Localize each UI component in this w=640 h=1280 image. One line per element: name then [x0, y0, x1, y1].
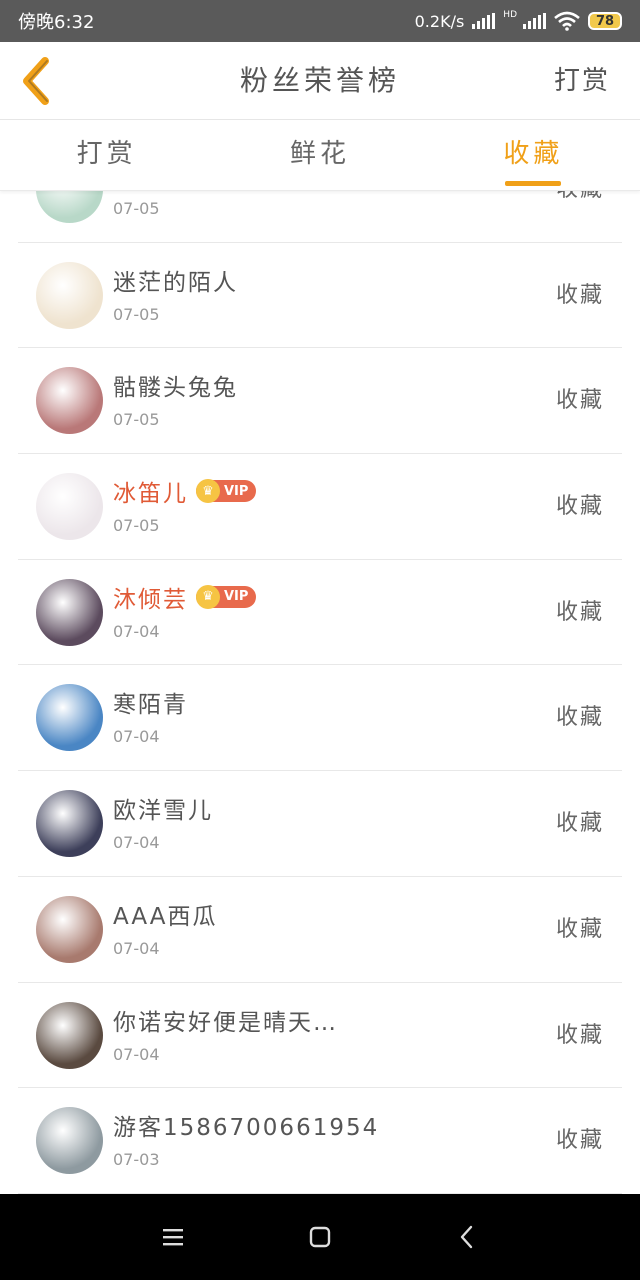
crown-icon: ♛: [196, 584, 220, 609]
battery-icon: 78: [588, 12, 622, 30]
home-button[interactable]: [290, 1207, 350, 1267]
avatar[interactable]: [36, 191, 103, 223]
avatar[interactable]: [36, 790, 103, 858]
vip-badge: ♛ VIP: [196, 479, 257, 504]
vip-label: VIP: [224, 483, 249, 499]
favorite-label: 收藏: [555, 916, 604, 942]
name-line: 寒陌青: [113, 685, 188, 719]
name-line: 你诺安好便是晴天…: [113, 1003, 338, 1037]
signal-icon: [472, 13, 496, 29]
name-line: 沐倾芸 ♛ VIP: [113, 580, 257, 614]
name-line: 欧洋雪儿: [113, 791, 213, 825]
list-item[interactable]: 骷髅头兔兔 07-05 收藏: [18, 348, 622, 455]
avatar[interactable]: [36, 684, 103, 752]
list-item[interactable]: 欧洋雪儿 07-04 收藏: [18, 771, 622, 877]
favorite-label: 收藏: [555, 705, 604, 731]
avatar[interactable]: [36, 473, 103, 541]
favorite-label: 收藏: [555, 599, 604, 625]
page-title: 粉丝荣誉榜: [239, 64, 400, 97]
date-label: 07-04: [113, 621, 160, 641]
user-name: 冰笛儿: [113, 481, 188, 508]
user-name: 你诺安好便是晴天…: [113, 1009, 338, 1036]
favorite-label: 收藏: [555, 282, 604, 308]
user-name: 寒陌青: [113, 692, 188, 719]
name-line: 游客1586700661954: [113, 1108, 379, 1142]
crown-icon: ♛: [196, 479, 220, 504]
user-name: 迷茫的陌人: [113, 269, 238, 296]
date-label: 07-04: [113, 1044, 160, 1064]
menu-icon: [163, 1229, 184, 1246]
nav-back-button[interactable]: [437, 1207, 497, 1267]
list-item[interactable]: 寒陌青 07-04 收藏: [18, 665, 622, 772]
list-item[interactable]: 07-05 收藏: [18, 191, 622, 243]
network-speed: 0.2K/s: [414, 11, 465, 31]
favorite-label: 收藏: [555, 1022, 604, 1048]
favorite-label: 收藏: [555, 811, 604, 837]
date-label: 07-04: [113, 833, 160, 853]
date-label: 07-05: [113, 199, 160, 218]
tab-favorites[interactable]: 收藏: [427, 121, 640, 190]
header: 粉丝荣誉榜 打赏: [0, 42, 640, 120]
name-line: 冰笛儿 ♛ VIP: [113, 474, 257, 508]
wifi-icon: [554, 11, 580, 31]
list-item[interactable]: 游客1586700661954 07-03 收藏: [18, 1088, 622, 1194]
list-item[interactable]: 你诺安好便是晴天… 07-04 收藏: [18, 983, 622, 1089]
vip-label: VIP: [224, 589, 249, 605]
reward-button[interactable]: 打赏: [554, 42, 610, 120]
date-label: 07-05: [113, 304, 160, 324]
favorite-label: 收藏: [556, 191, 604, 242]
tab-reward[interactable]: 打赏: [0, 121, 213, 190]
home-icon: [309, 1226, 331, 1248]
system-nav-bar: [0, 1194, 640, 1280]
name-line: 骷髅头兔兔: [113, 368, 238, 402]
favorite-label: 收藏: [555, 388, 604, 414]
hd-label: HD: [503, 10, 517, 20]
list-item[interactable]: 沐倾芸 ♛ VIP 07-04 收藏: [18, 560, 622, 666]
avatar[interactable]: [36, 1001, 103, 1069]
tab-flowers[interactable]: 鲜花: [213, 121, 426, 190]
date-label: 07-04: [113, 938, 160, 958]
user-name: 沐倾芸: [113, 586, 188, 613]
tab-bar: 打赏 鲜花 收藏: [0, 121, 640, 191]
list-item[interactable]: AAA西瓜 07-04 收藏: [18, 877, 622, 983]
user-name: 欧洋雪儿: [113, 798, 213, 825]
avatar[interactable]: [36, 367, 103, 435]
user-name: 游客1586700661954: [113, 1115, 380, 1142]
user-name: AAA西瓜: [113, 903, 218, 930]
date-label: 07-05: [113, 516, 160, 536]
fan-list[interactable]: 07-05收藏迷茫的陌人07-05收藏骷髅头兔兔07-05收藏冰笛儿♛VIP07…: [0, 191, 640, 1194]
user-name: 骷髅头兔兔: [113, 375, 238, 402]
avatar[interactable]: [36, 1107, 103, 1175]
status-bar: 傍晚6:32 0.2K/s HD 78: [0, 0, 640, 42]
list-item[interactable]: 迷茫的陌人 07-05 收藏: [18, 243, 622, 349]
name-line: 迷茫的陌人: [113, 263, 238, 297]
avatar[interactable]: [36, 578, 103, 646]
date-label: 07-04: [113, 727, 160, 747]
list-item[interactable]: 冰笛儿 ♛ VIP 07-05 收藏: [18, 454, 622, 560]
date-label: 07-03: [113, 1150, 160, 1170]
menu-button[interactable]: [143, 1207, 203, 1267]
back-icon: [460, 1225, 472, 1249]
avatar[interactable]: [36, 261, 103, 329]
status-time: 傍晚6:32: [18, 12, 95, 33]
favorite-label: 收藏: [555, 494, 604, 520]
date-label: 07-05: [113, 410, 160, 430]
favorite-label: 收藏: [555, 1128, 604, 1154]
signal-2-icon: [523, 13, 546, 29]
avatar[interactable]: [36, 895, 103, 963]
vip-badge: ♛ VIP: [196, 584, 257, 609]
name-line: AAA西瓜: [113, 897, 217, 931]
